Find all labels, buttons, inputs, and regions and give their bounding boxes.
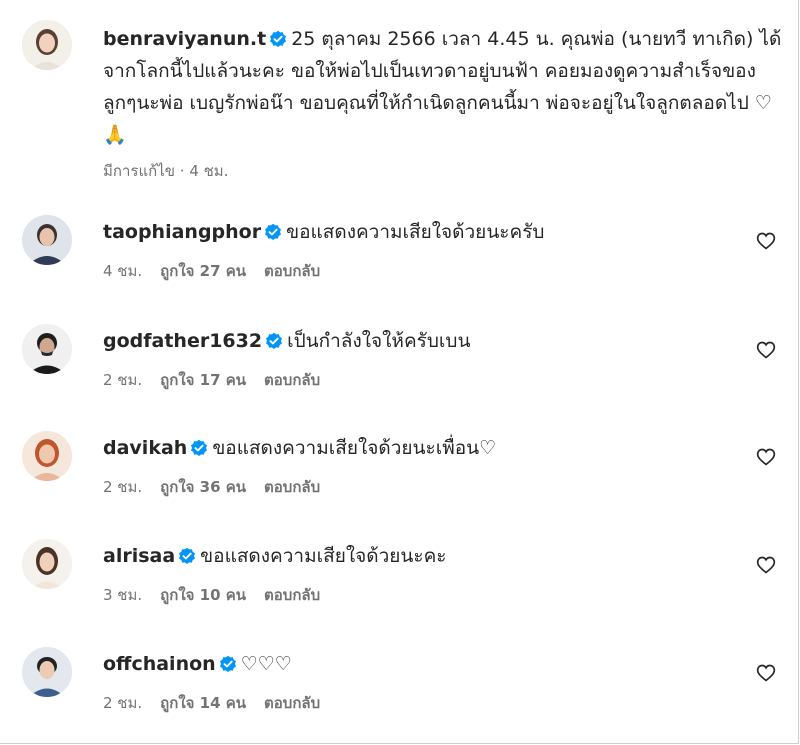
avatar[interactable] xyxy=(22,539,72,589)
comment-item: godfather1632 เป็นกำลังใจให้ครับเบน 2 ชม.… xyxy=(22,324,782,404)
avatar[interactable] xyxy=(22,324,72,374)
comment-likes[interactable]: ถูกใจ 17 คน xyxy=(160,371,246,389)
comment-time: 4 ชม. xyxy=(103,262,143,280)
comments-panel: benraviyanun.t 25 ตุลาคม 2566 เวลา 4.45 น… xyxy=(0,0,799,744)
comment-text: ขอแสดงความเสียใจด้วยนะคะ xyxy=(200,545,447,567)
caption-time: 4 ชม. xyxy=(189,162,229,180)
comment-meta: 4 ชม. ถูกใจ 27 คน ตอบกลับ xyxy=(103,261,723,281)
comment-username[interactable]: alrisaa xyxy=(103,545,175,567)
comment-username[interactable]: davikah xyxy=(103,437,187,459)
comment-likes[interactable]: ถูกใจ 14 คน xyxy=(160,694,246,712)
comment-meta: 2 ชม. ถูกใจ 36 คน ตอบกลับ xyxy=(103,477,723,497)
comment-text: ขอแสดงความเสียใจด้วยนะครับ xyxy=(286,221,545,243)
comment-body: taophiangphor ขอแสดงความเสียใจด้วยนะครับ … xyxy=(103,219,723,281)
comment-body: offchainon ♡♡♡ 2 ชม. ถูกใจ 14 คน ตอบกลับ xyxy=(103,651,723,713)
reply-button[interactable]: ตอบกลับ xyxy=(264,371,320,389)
caption-meta: มีการแก้ไข · 4 ชม. xyxy=(103,162,229,180)
comment-text: ♡♡♡ xyxy=(240,653,292,675)
comment-meta: 2 ชม. ถูกใจ 17 คน ตอบกลับ xyxy=(103,370,723,390)
comment-item: offchainon ♡♡♡ 2 ชม. ถูกใจ 14 คน ตอบกลับ xyxy=(22,647,782,727)
edited-label: มีการแก้ไข xyxy=(103,162,175,180)
comment-item: taophiangphor ขอแสดงความเสียใจด้วยนะครับ … xyxy=(22,215,782,295)
avatar[interactable] xyxy=(22,647,72,697)
comment-text: เป็นกำลังใจให้ครับเบน xyxy=(287,330,471,352)
verified-badge-icon xyxy=(269,30,287,48)
comment-item: davikah ขอแสดงความเสียใจด้วยนะเพื่อน♡ 2 ช… xyxy=(22,431,782,511)
avatar[interactable] xyxy=(22,215,72,265)
comment-body: davikah ขอแสดงความเสียใจด้วยนะเพื่อน♡ 2 ช… xyxy=(103,435,723,497)
avatar[interactable] xyxy=(22,431,72,481)
reply-button[interactable]: ตอบกลับ xyxy=(264,478,320,496)
verified-badge-icon xyxy=(190,439,208,457)
verified-badge-icon xyxy=(178,547,196,565)
like-heart-icon[interactable] xyxy=(756,231,776,251)
comment-likes[interactable]: ถูกใจ 10 คน xyxy=(160,586,246,604)
comment-meta: 3 ชม. ถูกใจ 10 คน ตอบกลับ xyxy=(103,585,723,605)
comment-likes[interactable]: ถูกใจ 27 คน xyxy=(160,262,246,280)
comment-body: godfather1632 เป็นกำลังใจให้ครับเบน 2 ชม.… xyxy=(103,328,723,390)
like-heart-icon[interactable] xyxy=(756,663,776,683)
reply-button[interactable]: ตอบกลับ xyxy=(264,694,320,712)
caption-body: benraviyanun.t 25 ตุลาคม 2566 เวลา 4.45 น… xyxy=(103,23,783,181)
reply-button[interactable]: ตอบกลับ xyxy=(264,262,320,280)
comment-username[interactable]: godfather1632 xyxy=(103,330,262,352)
comment-time: 3 ชม. xyxy=(103,586,143,604)
comment-username[interactable]: taophiangphor xyxy=(103,221,261,243)
like-heart-icon[interactable] xyxy=(756,555,776,575)
reply-button[interactable]: ตอบกลับ xyxy=(264,586,320,604)
comment-time: 2 ชม. xyxy=(103,694,143,712)
like-heart-icon[interactable] xyxy=(756,340,776,360)
comment-time: 2 ชม. xyxy=(103,478,143,496)
comment-text: ขอแสดงความเสียใจด้วยนะเพื่อน♡ xyxy=(212,437,497,459)
comment-time: 2 ชม. xyxy=(103,371,143,389)
verified-badge-icon xyxy=(219,655,237,673)
avatar[interactable] xyxy=(22,20,72,70)
comment-meta: 2 ชม. ถูกใจ 14 คน ตอบกลับ xyxy=(103,693,723,713)
comment-item: alrisaa ขอแสดงความเสียใจด้วยนะคะ 3 ชม. ถูก… xyxy=(22,539,782,619)
verified-badge-icon xyxy=(264,223,282,241)
comment-username[interactable]: offchainon xyxy=(103,653,216,675)
like-heart-icon[interactable] xyxy=(756,447,776,467)
caption-username[interactable]: benraviyanun.t xyxy=(103,28,266,50)
comment-body: alrisaa ขอแสดงความเสียใจด้วยนะคะ 3 ชม. ถูก… xyxy=(103,543,723,605)
comment-likes[interactable]: ถูกใจ 36 คน xyxy=(160,478,246,496)
verified-badge-icon xyxy=(265,332,283,350)
